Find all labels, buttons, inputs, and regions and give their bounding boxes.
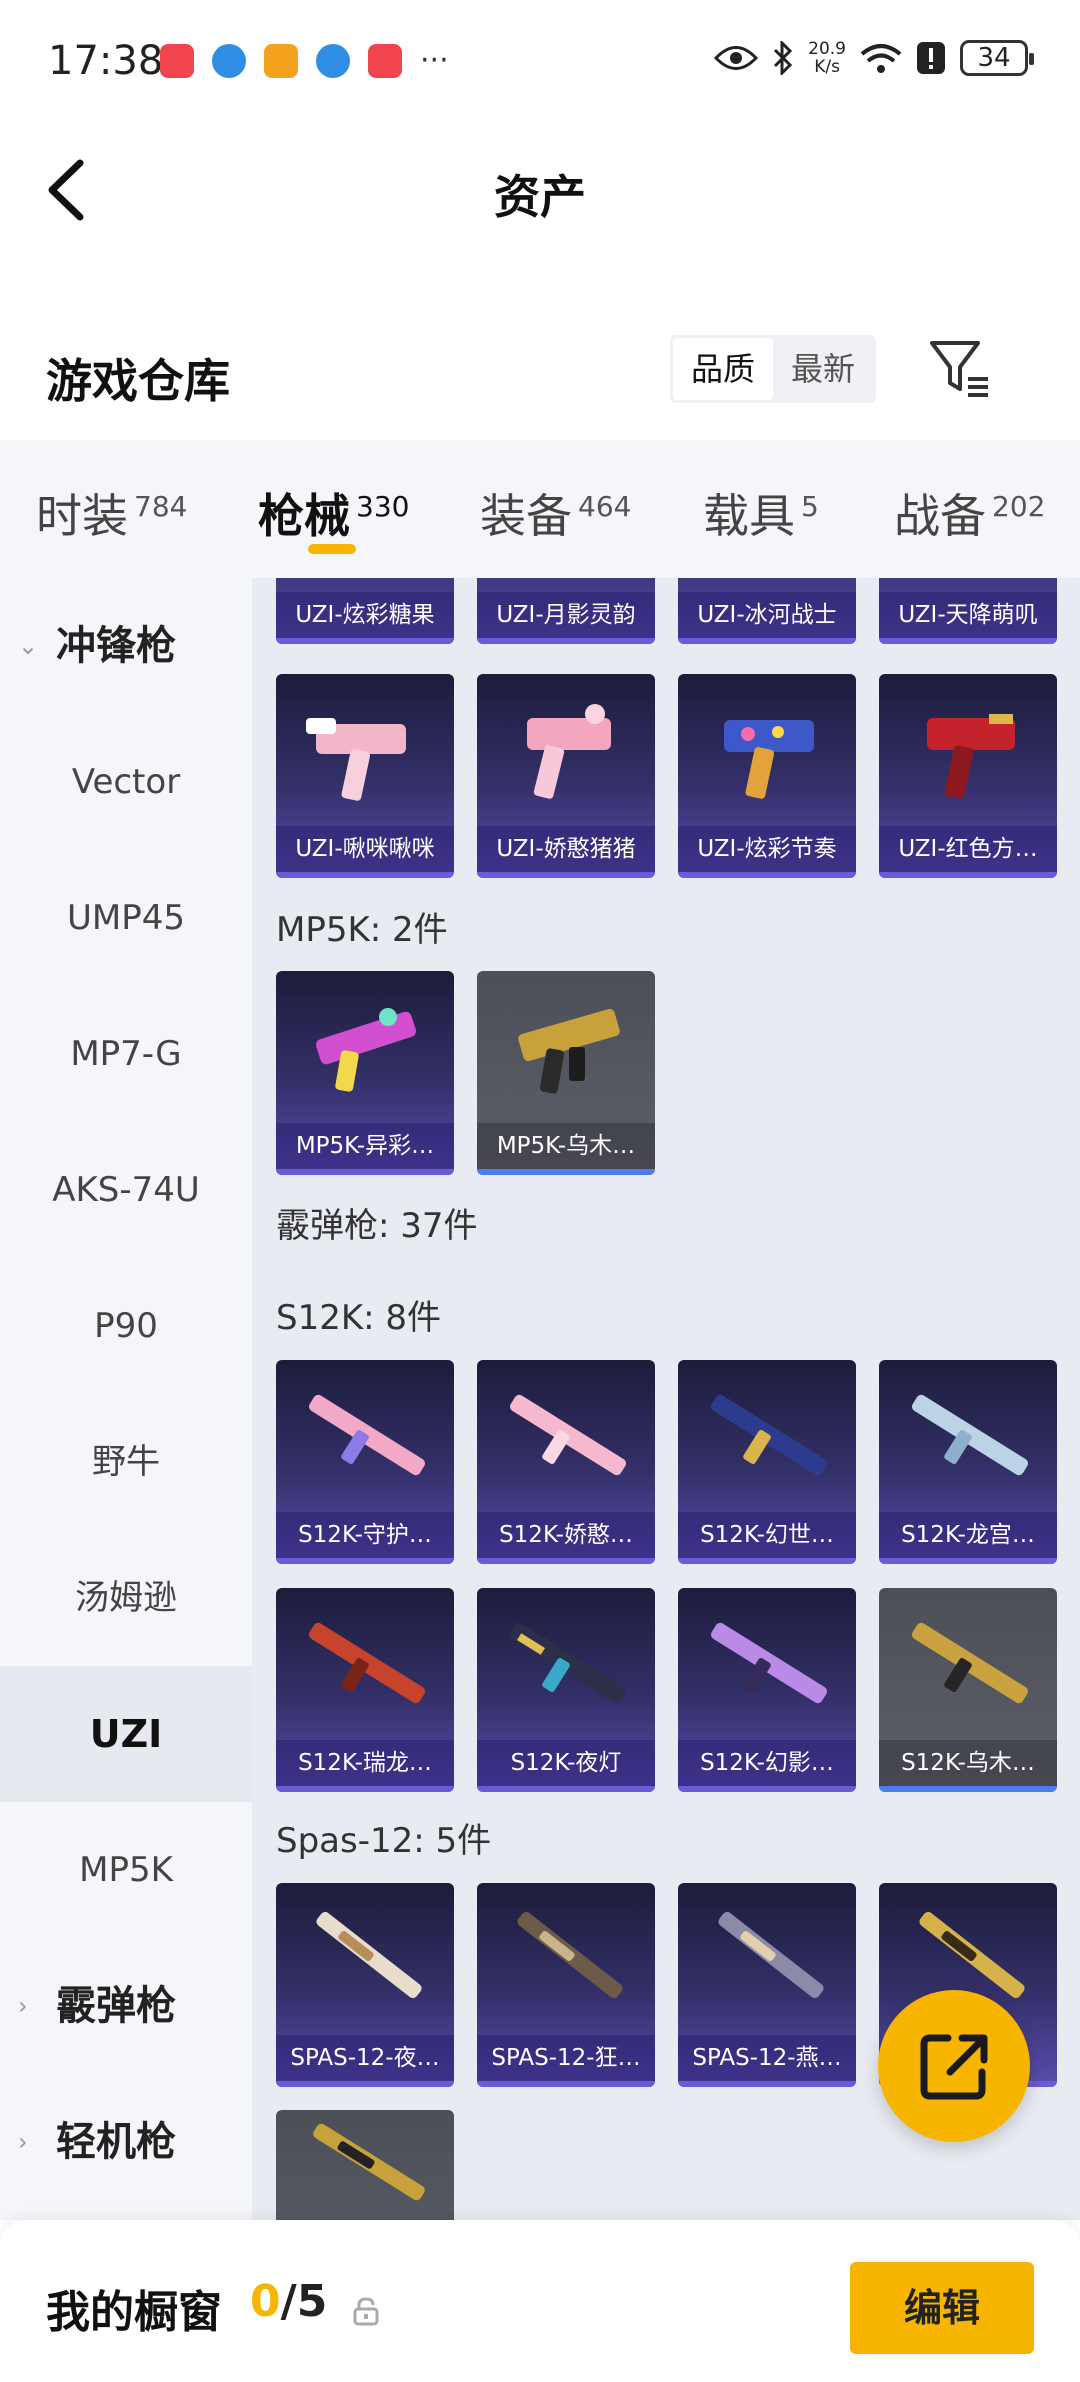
weapon-card[interactable]: UZI-娇憨猪猪 bbox=[477, 674, 655, 878]
shotgun-image bbox=[911, 1622, 1029, 1704]
tab-firearms[interactable]: 枪械 330 bbox=[258, 480, 409, 546]
music-app-icon bbox=[264, 44, 298, 78]
sidebar-item-ump45[interactable]: UMP45 bbox=[0, 850, 252, 986]
system-icons: 20.9 K/s 34 bbox=[714, 39, 1034, 77]
shotgun-image bbox=[517, 1911, 623, 1999]
sidebar-item-mp7g[interactable]: MP7-G bbox=[0, 986, 252, 1122]
section-label-s12k: S12K: 8件 bbox=[276, 1298, 442, 1338]
smg-image bbox=[315, 1008, 417, 1092]
net-speed: 20.9 K/s bbox=[808, 39, 846, 77]
weapon-card[interactable] bbox=[276, 2110, 454, 2220]
sidebar-group-shotgun[interactable]: › 霰弹枪 bbox=[0, 1938, 252, 2074]
smg-image bbox=[927, 714, 1015, 799]
weapon-card[interactable]: UZI-炫彩糖果 bbox=[276, 578, 454, 644]
tab-vehicles[interactable]: 载具 5 bbox=[703, 480, 819, 546]
shotgun-image bbox=[710, 1622, 828, 1704]
section-label-shotgun: 霰弹枪: 37件 bbox=[276, 1206, 478, 1246]
chevron-right-icon: › bbox=[18, 1992, 28, 2020]
tab-supplies[interactable]: 战备 202 bbox=[894, 480, 1045, 546]
tab-fashion[interactable]: 时装 784 bbox=[36, 480, 187, 546]
browser-app-icon-2 bbox=[316, 44, 350, 78]
smg-image bbox=[527, 704, 611, 799]
weapon-card[interactable]: S12K-乌木… bbox=[879, 1588, 1057, 1792]
sidebar-group-lmg[interactable]: › 轻机枪 bbox=[0, 2074, 252, 2210]
weapon-card[interactable]: SPAS-12-燕… bbox=[678, 1883, 856, 2087]
weapon-card[interactable]: UZI-啾咪啾咪 bbox=[276, 674, 454, 878]
browser-app-icon bbox=[212, 44, 246, 78]
sidebar-item-uzi[interactable]: UZI bbox=[0, 1666, 252, 1802]
sidebar-item-bizon[interactable]: 野牛 bbox=[0, 1394, 252, 1530]
weapon-card[interactable]: S12K-龙宫… bbox=[879, 1360, 1057, 1564]
shotgun-image bbox=[313, 2123, 425, 2201]
weapon-card[interactable]: MP5K-乌木… bbox=[477, 971, 655, 1175]
weapon-card[interactable]: UZI-天降萌叽 bbox=[879, 578, 1057, 644]
bluetooth-icon bbox=[774, 41, 793, 75]
smg-image bbox=[306, 718, 406, 801]
chevron-right-icon: › bbox=[18, 2128, 28, 2156]
sidebar-item-vector[interactable]: Vector bbox=[0, 714, 252, 850]
weapon-type-sidebar: ⌄ 冲锋枪 Vector UMP45 MP7-G AKS-74U P90 野牛 汤… bbox=[0, 578, 252, 2220]
weapon-card[interactable]: MP5K-异彩… bbox=[276, 971, 454, 1175]
section-label-spas12: Spas-12: 5件 bbox=[276, 1821, 492, 1861]
more-notifications-icon: ··· bbox=[420, 43, 449, 78]
shotgun-image bbox=[718, 1911, 824, 1999]
alert-icon bbox=[917, 42, 945, 74]
sidebar-group-smg[interactable]: ⌄ 冲锋枪 bbox=[0, 578, 252, 714]
shotgun-image bbox=[509, 1622, 627, 1704]
showcase-title: 我的橱窗 bbox=[46, 2287, 222, 2338]
section-label-mp5k: MP5K: 2件 bbox=[276, 910, 448, 950]
weapon-grid: UZI-炫彩糖果 UZI-月影灵韵 UZI-冰河战士 UZI-天降萌叽 UZI-… bbox=[252, 578, 1080, 2220]
weapon-card[interactable]: S12K-夜灯 bbox=[477, 1588, 655, 1792]
sidebar-item-p90[interactable]: P90 bbox=[0, 1258, 252, 1394]
warehouse-title: 游戏仓库 bbox=[46, 354, 230, 408]
shotgun-image bbox=[509, 1394, 627, 1476]
shotgun-image bbox=[308, 1622, 426, 1704]
category-tabs: 时装 784 枪械 330 装备 464 载具 5 战备 202 bbox=[0, 440, 1080, 578]
page-title: 资产 bbox=[494, 170, 586, 224]
battery-indicator: 34 bbox=[960, 40, 1034, 76]
sidebar-item-thompson[interactable]: 汤姆逊 bbox=[0, 1530, 252, 1666]
shotgun-image bbox=[710, 1394, 828, 1476]
weapon-card[interactable]: S12K-幻影… bbox=[678, 1588, 856, 1792]
share-button[interactable] bbox=[878, 1990, 1030, 2142]
warehouse-header: 游戏仓库 品质 最新 bbox=[0, 255, 1080, 440]
showcase-bar: 我的橱窗 0/5 编辑 bbox=[0, 2220, 1080, 2382]
weapon-card[interactable]: S12K-娇憨… bbox=[477, 1360, 655, 1564]
weapon-card[interactable]: SPAS-12-狂… bbox=[477, 1883, 655, 2087]
sort-quality-option[interactable]: 品质 bbox=[673, 338, 773, 400]
sort-newest-option[interactable]: 最新 bbox=[773, 338, 873, 400]
weapon-card[interactable]: S12K-守护… bbox=[276, 1360, 454, 1564]
active-tab-indicator bbox=[308, 544, 356, 554]
chevron-down-icon: ⌄ bbox=[18, 632, 39, 660]
lock-icon bbox=[353, 2297, 379, 2326]
smg-image bbox=[724, 720, 814, 799]
showcase-count: 0/5 bbox=[250, 2276, 328, 2327]
wifi-icon bbox=[860, 44, 902, 73]
tab-equipment[interactable]: 装备 464 bbox=[480, 480, 631, 546]
weapon-card[interactable]: UZI-红色方… bbox=[879, 674, 1057, 878]
header: 资产 bbox=[0, 125, 1080, 255]
sidebar-item-aks74u[interactable]: AKS-74U bbox=[0, 1122, 252, 1258]
weapon-card[interactable]: UZI-冰河战士 bbox=[678, 578, 856, 644]
sort-toggle[interactable]: 品质 最新 bbox=[670, 335, 876, 403]
shotgun-image bbox=[911, 1394, 1029, 1476]
sidebar-item-mp5k[interactable]: MP5K bbox=[0, 1802, 252, 1938]
status-time: 17:38 bbox=[48, 38, 164, 84]
weapon-card[interactable]: S12K-瑞龙… bbox=[276, 1588, 454, 1792]
shopping-app-icon bbox=[160, 44, 194, 78]
shotgun-image bbox=[316, 1911, 422, 1999]
weapon-card[interactable]: UZI-炫彩节奏 bbox=[678, 674, 856, 878]
notification-icons: ··· bbox=[160, 44, 449, 78]
weapon-card[interactable]: UZI-月影灵韵 bbox=[477, 578, 655, 644]
shotgun-image bbox=[308, 1394, 426, 1476]
smg-image bbox=[518, 1008, 620, 1094]
weapon-card[interactable]: S12K-幻世… bbox=[678, 1360, 856, 1564]
shopping-app-icon-2 bbox=[368, 44, 402, 78]
edit-button[interactable]: 编辑 bbox=[850, 2262, 1034, 2354]
share-icon bbox=[920, 2034, 988, 2100]
weapon-card[interactable]: SPAS-12-夜… bbox=[276, 1883, 454, 2087]
status-bar: 17:38 ··· 20.9 K/s 34 bbox=[0, 0, 1080, 125]
eye-icon bbox=[714, 46, 759, 70]
filter-icon[interactable] bbox=[928, 337, 992, 401]
